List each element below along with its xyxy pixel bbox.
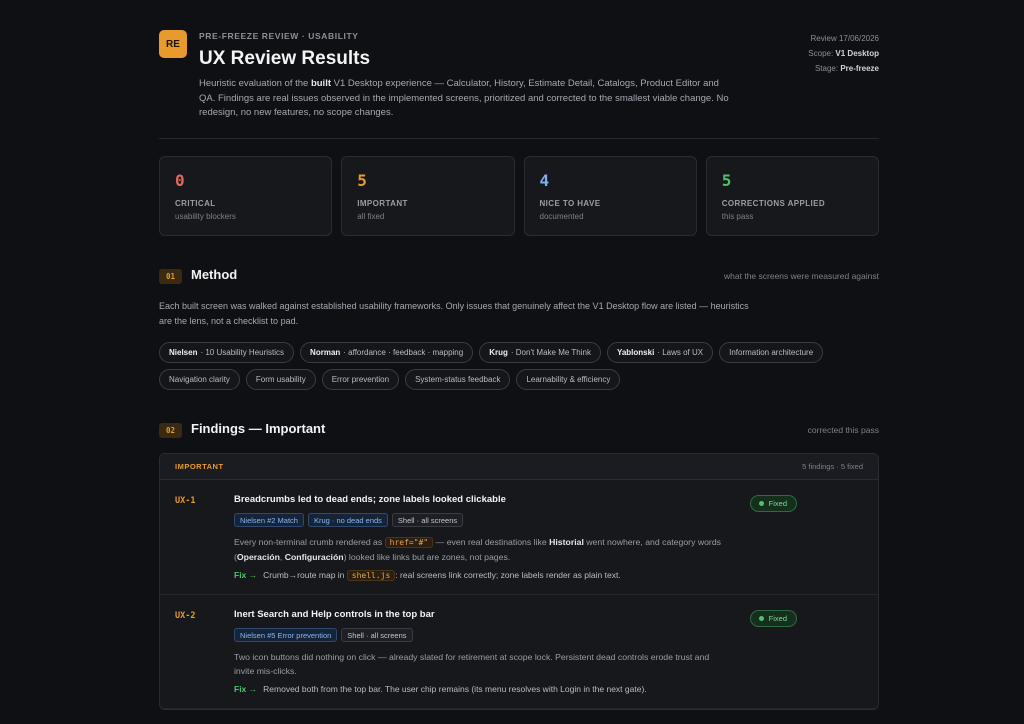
section-note: corrected this pass bbox=[807, 425, 879, 435]
stat-value: 4 bbox=[539, 171, 550, 190]
tag: Nielsen #2 Match bbox=[234, 513, 304, 527]
tag: Shell · all screens bbox=[391, 513, 464, 527]
framework-chips: Nielsen · 10 Usability Heuristics Norman ·… bbox=[159, 342, 849, 390]
finding-id: UX-2 bbox=[175, 611, 196, 621]
review-page: RE PRE-FREEZE REVIEW · USABILITY UX Revi… bbox=[159, 0, 879, 710]
tag: Krug · no dead ends bbox=[307, 513, 388, 527]
finding-fix: Fix → Removed both from the top bar. The … bbox=[234, 684, 647, 694]
stat-corrections: 5 CORRECTIONS APPLIED this pass bbox=[705, 156, 879, 236]
finding-id: UX-1 bbox=[175, 496, 196, 506]
finding-tags: Nielsen #2 Match Krug · no dead ends She… bbox=[234, 513, 863, 527]
review-meta: Review 17/06/2026 Scope: V1 Desktop Stag… bbox=[808, 31, 879, 76]
section-number: 02 bbox=[159, 423, 182, 438]
findings-panel: IMPORTANT 5 findings · 5 fixed UX-1 Brea… bbox=[159, 453, 879, 710]
finding-ux-2: UX-2 Inert Search and Help controls in t… bbox=[160, 595, 878, 709]
tag: Nielsen #5 Error prevention bbox=[234, 628, 338, 642]
section-title: Findings — Important bbox=[191, 421, 326, 436]
finding-description: Two icon buttons did nothing on click — … bbox=[234, 652, 710, 676]
stat-label: CORRECTIONS APPLIED bbox=[721, 199, 826, 208]
findings-header: 02 Findings — Important corrected this p… bbox=[159, 420, 879, 440]
status-dot-icon bbox=[758, 616, 764, 621]
findings-count: 5 findings · 5 fixed bbox=[802, 462, 863, 471]
status-badge: Fixed bbox=[749, 495, 797, 512]
inline-code: href="#" bbox=[384, 537, 434, 548]
method-section: 01 Method what the screens were measured… bbox=[159, 266, 879, 390]
stat-critical: 0 CRITICAL usability blockers bbox=[159, 156, 333, 236]
section-number: 01 bbox=[159, 269, 182, 284]
chip-krug: Krug · Don't Make Me Think bbox=[479, 342, 601, 363]
chip-norman: Norman · affordance · feedback · mapping bbox=[300, 342, 474, 363]
chip-nielsen: Nielsen · 10 Usability Heuristics bbox=[159, 342, 295, 363]
fix-label: Fix → bbox=[234, 570, 258, 580]
status-dot-icon bbox=[758, 501, 764, 506]
findings-section: 02 Findings — Important corrected this p… bbox=[159, 420, 879, 710]
section-note: what the screens were measured against bbox=[724, 271, 879, 281]
finding-fix: Fix → Crumb→route map in shell.js: real s… bbox=[234, 570, 621, 581]
severity-label: IMPORTANT bbox=[175, 462, 224, 471]
chip-form-usability: Form usability bbox=[245, 369, 316, 390]
review-scope: Scope: V1 Desktop bbox=[808, 49, 879, 58]
chip-learnability: Learnability & efficiency bbox=[516, 369, 621, 390]
stat-label: IMPORTANT bbox=[357, 199, 408, 208]
app-logo: RE bbox=[159, 30, 187, 58]
chip-navigation-clarity: Navigation clarity bbox=[159, 369, 240, 390]
stat-important: 5 IMPORTANT all fixed bbox=[341, 156, 515, 236]
stat-value: 5 bbox=[357, 171, 367, 190]
status-badge: Fixed bbox=[749, 610, 797, 627]
finding-description: Every non-terminal crumb rendered as hre… bbox=[234, 537, 722, 562]
chip-information-architecture: Information architecture bbox=[719, 342, 824, 363]
stat-label: CRITICAL bbox=[175, 199, 216, 208]
fix-label: Fix → bbox=[234, 684, 258, 694]
review-stage: Stage: Pre-freeze bbox=[814, 64, 879, 73]
finding-ux-1: UX-1 Breadcrumbs led to dead ends; zone … bbox=[160, 480, 878, 595]
page-kicker: PRE-FREEZE REVIEW · USABILITY bbox=[199, 31, 359, 41]
stat-sub: this pass bbox=[721, 212, 754, 221]
stat-label: NICE TO HAVE bbox=[539, 199, 601, 208]
review-date: Review 17/06/2026 bbox=[810, 34, 880, 43]
stat-value: 0 bbox=[175, 171, 185, 190]
finding-tags: Nielsen #5 Error prevention Shell · all … bbox=[234, 628, 863, 642]
stat-value: 5 bbox=[721, 171, 732, 190]
stat-nice-to-have: 4 NICE TO HAVE documented bbox=[523, 156, 697, 236]
stats-row: 0 CRITICAL usability blockers 5 IMPORTAN… bbox=[159, 156, 879, 236]
panel-header: IMPORTANT 5 findings · 5 fixed bbox=[160, 454, 878, 480]
stat-sub: usability blockers bbox=[175, 212, 236, 221]
stat-sub: documented bbox=[539, 212, 584, 221]
page-intro: Heuristic evaluation of the built V1 Des… bbox=[199, 78, 729, 118]
chip-error-prevention: Error prevention bbox=[321, 369, 400, 390]
page-title: UX Review Results bbox=[199, 48, 371, 69]
inline-code: shell.js bbox=[346, 570, 396, 581]
method-header: 01 Method what the screens were measured… bbox=[159, 266, 879, 286]
chip-yablonski: Yablonski · Laws of UX bbox=[606, 342, 714, 363]
method-description: Each built screen was walked against est… bbox=[159, 301, 749, 326]
tag: Shell · all screens bbox=[341, 628, 413, 642]
section-title: Method bbox=[191, 267, 238, 282]
stat-sub: all fixed bbox=[357, 212, 385, 221]
chip-system-status: System-status feedback bbox=[405, 369, 511, 390]
page-header: RE PRE-FREEZE REVIEW · USABILITY UX Revi… bbox=[159, 30, 879, 139]
